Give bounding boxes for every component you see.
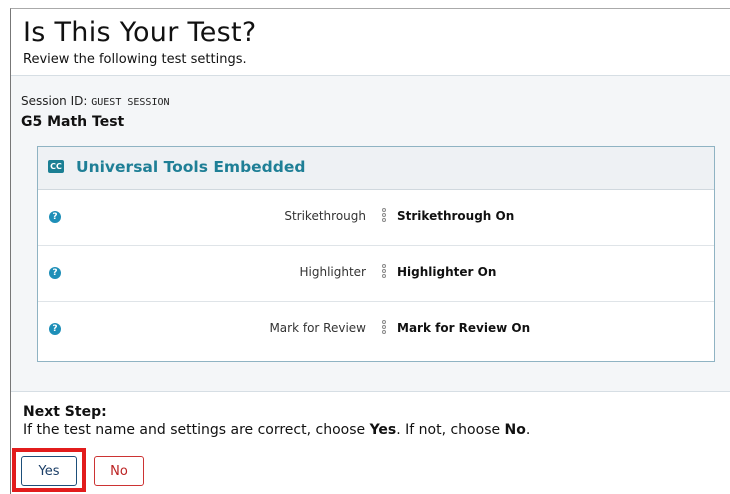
separator-icon bbox=[382, 264, 388, 282]
help-icon[interactable]: ? bbox=[49, 267, 61, 279]
page-subtitle: Review the following test settings. bbox=[23, 52, 247, 67]
tool-row-mark-for-review: ? Mark for Review Mark for Review On bbox=[38, 302, 714, 357]
yes-button[interactable]: Yes bbox=[21, 456, 77, 486]
no-button[interactable]: No bbox=[94, 456, 144, 486]
session-id: GUEST SESSION bbox=[91, 97, 170, 108]
instr-no-word: No bbox=[504, 422, 526, 438]
tool-value: Strikethrough On bbox=[397, 209, 515, 223]
session-label: Session ID: bbox=[21, 94, 88, 108]
tool-label: Mark for Review bbox=[269, 321, 366, 335]
tool-row-highlighter: ? Highlighter Highlighter On bbox=[38, 246, 714, 302]
tool-label: Highlighter bbox=[299, 265, 367, 279]
tool-label: Strikethrough bbox=[284, 209, 366, 223]
universal-tools-panel: CC Universal Tools Embedded ? Strikethro… bbox=[37, 146, 715, 362]
instr-text: If the test name and settings are correc… bbox=[23, 422, 370, 438]
instr-text: . bbox=[525, 422, 531, 438]
tool-row-strikethrough: ? Strikethrough Strikethrough On bbox=[38, 190, 714, 246]
panel-title: Universal Tools Embedded bbox=[76, 158, 306, 176]
session-info: Session ID: GUEST SESSION bbox=[21, 94, 170, 108]
next-step-heading: Next Step: bbox=[23, 404, 107, 420]
panel-header: CC Universal Tools Embedded bbox=[38, 147, 714, 190]
closed-caption-icon: CC bbox=[48, 160, 64, 173]
test-settings-area: Session ID: GUEST SESSION G5 Math Test C… bbox=[11, 76, 730, 392]
separator-icon bbox=[382, 320, 388, 338]
test-name: G5 Math Test bbox=[21, 114, 125, 130]
help-icon[interactable]: ? bbox=[49, 323, 61, 335]
tool-value: Mark for Review On bbox=[397, 321, 531, 335]
instr-text: . If not, choose bbox=[396, 422, 505, 438]
tool-value: Highlighter On bbox=[397, 265, 497, 279]
page-title: Is This Your Test? bbox=[23, 17, 257, 48]
next-step-instructions: If the test name and settings are correc… bbox=[23, 422, 530, 438]
separator-icon bbox=[382, 208, 388, 226]
instr-yes-word: Yes bbox=[369, 422, 397, 438]
page-header: Is This Your Test? Review the following … bbox=[11, 9, 730, 76]
help-icon[interactable]: ? bbox=[49, 211, 61, 223]
